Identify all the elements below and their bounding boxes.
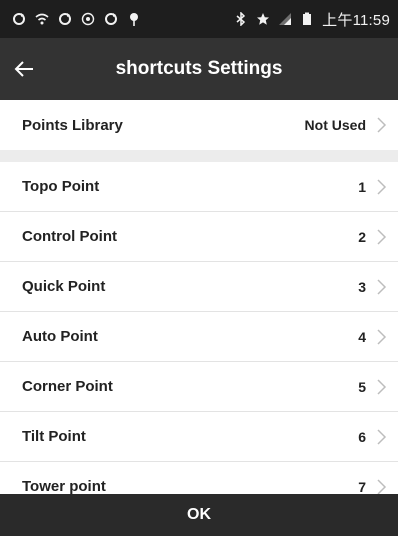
- shortcut-list[interactable]: Topo Point 1 Control Point 2 Quick Point…: [0, 162, 398, 494]
- back-button[interactable]: [0, 38, 48, 100]
- section-divider: [0, 150, 398, 162]
- list-item[interactable]: Tower point 7: [0, 462, 398, 494]
- sync-icon: [58, 12, 72, 26]
- battery-icon: [300, 12, 314, 26]
- list-item[interactable]: Corner Point 5: [0, 362, 398, 412]
- chevron-right-icon: [374, 116, 388, 134]
- chevron-right-icon: [374, 478, 388, 494]
- ok-label: OK: [187, 506, 211, 523]
- wifi-icon: [35, 12, 49, 26]
- row-value: 4: [358, 328, 366, 345]
- list-item[interactable]: Auto Point 4: [0, 312, 398, 362]
- row-value: Not Used: [304, 117, 366, 133]
- status-bar: 上午11:59: [0, 0, 398, 38]
- system-icons: 上午11:59: [234, 9, 390, 30]
- row-value: 5: [358, 378, 366, 395]
- row-value: 2: [358, 228, 366, 245]
- ok-button[interactable]: OK: [0, 494, 398, 536]
- chevron-right-icon: [374, 228, 388, 246]
- star-icon: [256, 12, 270, 26]
- pin-icon: [127, 12, 141, 26]
- list-item[interactable]: Tilt Point 6: [0, 412, 398, 462]
- sync-icon: [12, 12, 26, 26]
- row-label: Quick Point: [22, 278, 106, 295]
- row-label: Tower point: [22, 478, 106, 494]
- row-label: Corner Point: [22, 378, 113, 395]
- signal-icon: [278, 12, 292, 26]
- points-library-row[interactable]: Points Library Not Used: [0, 100, 398, 150]
- row-value: 6: [358, 428, 366, 445]
- back-arrow-icon: [13, 58, 35, 80]
- notification-icons: [12, 12, 141, 26]
- clock-time: 上午11:59: [322, 11, 390, 29]
- list-item[interactable]: Quick Point 3: [0, 262, 398, 312]
- row-value: 1: [358, 178, 366, 195]
- row-label: Tilt Point: [22, 428, 86, 445]
- row-value: 3: [358, 278, 366, 295]
- chevron-right-icon: [374, 378, 388, 396]
- list-item[interactable]: Topo Point 1: [0, 162, 398, 212]
- row-label: Topo Point: [22, 178, 100, 195]
- chevron-right-icon: [374, 428, 388, 446]
- chevron-right-icon: [374, 328, 388, 346]
- row-value: 7: [358, 478, 366, 495]
- row-label: Control Point: [22, 228, 117, 245]
- page-title: shortcuts Settings: [115, 58, 283, 79]
- target-icon: [81, 12, 95, 26]
- bluetooth-icon: [234, 12, 248, 26]
- list-item[interactable]: Control Point 2: [0, 212, 398, 262]
- sync-icon: [104, 12, 118, 26]
- chevron-right-icon: [374, 178, 388, 196]
- chevron-right-icon: [374, 278, 388, 296]
- row-label: Auto Point: [22, 328, 98, 345]
- app-bar: shortcuts Settings: [0, 38, 398, 100]
- row-label: Points Library: [22, 116, 123, 134]
